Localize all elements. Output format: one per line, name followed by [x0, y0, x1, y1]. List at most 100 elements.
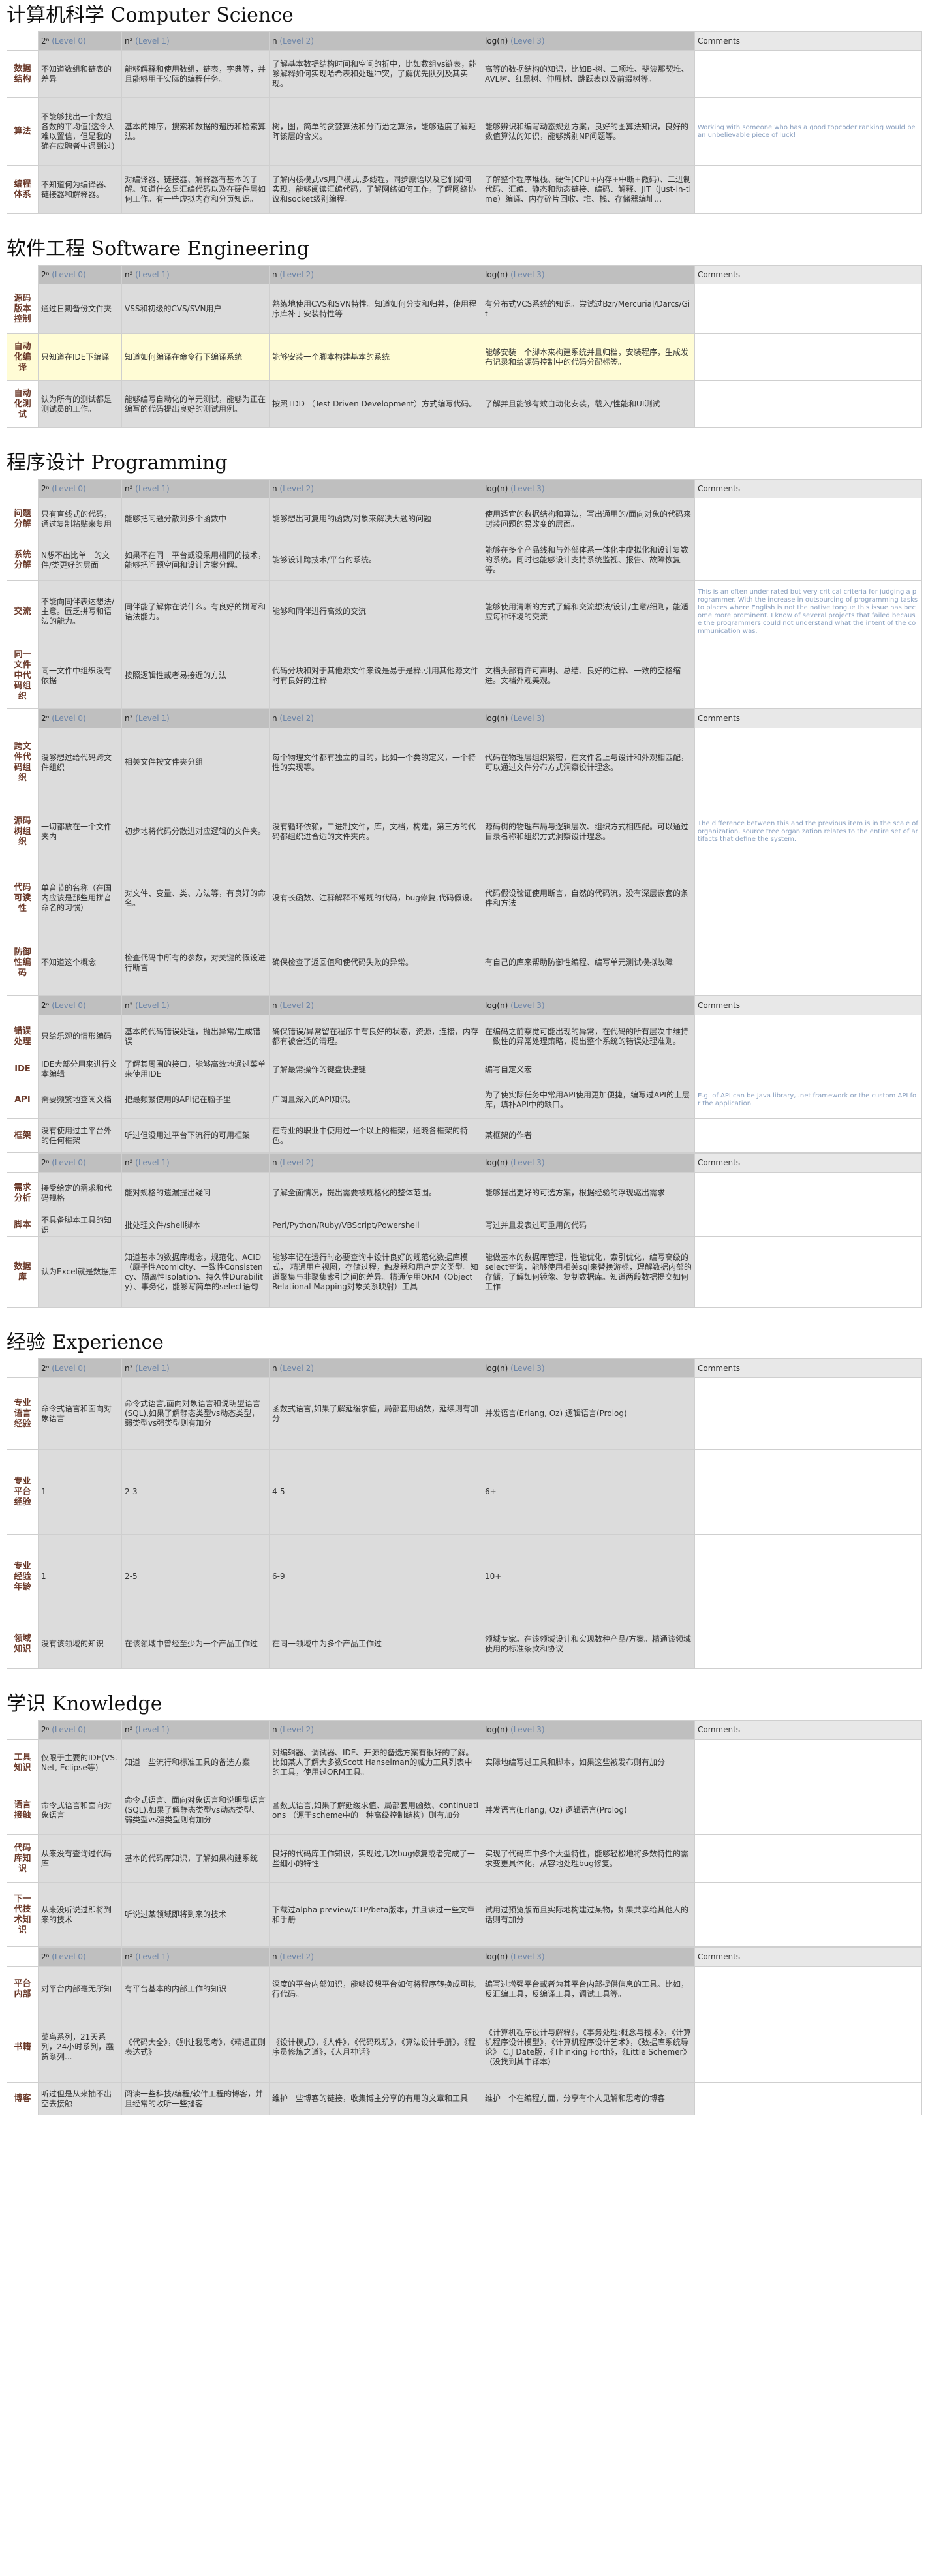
- header-level-label: (Level 0): [49, 483, 86, 493]
- header-level-symbol: n: [272, 1952, 277, 1961]
- row-category: 需求分析: [7, 1172, 39, 1214]
- level-3-cell: 能做基本的数据库管理，性能优化，索引优化，编写高级的select查询，能够使用相…: [482, 1236, 695, 1308]
- level-1-cell: 基本的排序，搜索和数据的遍历和检索算法。: [121, 97, 270, 166]
- row-category: 源码版本控制: [7, 284, 39, 334]
- level-0-cell: 不能向同伴表达想法/主意。匮乏拼写和语法的能力。: [38, 580, 122, 643]
- header-corner: [7, 996, 39, 1015]
- level-1-cell: 《代码大全》，《别让我思考》，《精通正则表达式》: [121, 2012, 270, 2083]
- level-0-cell: 不知道数组和链表的差异: [38, 50, 122, 98]
- level-3-cell: 为了使实际任务中常用API使用更加便捷，编写过API的上层库，填补API中的缺口…: [482, 1081, 695, 1119]
- header-level-symbol: 2ⁿ: [41, 1725, 50, 1734]
- level-2-cell: 在专业的职业中使用过一个以上的框架，通晓各框架的特色。: [269, 1118, 482, 1153]
- level-0-cell: 对平台内部毫无所知: [38, 1966, 122, 2012]
- row-category: 算法: [7, 97, 39, 166]
- comment-cell: [694, 1015, 922, 1058]
- skill-matrix-table: 2ⁿ (Level 0) n² (Level 1) n (Level 2) log(n…: [7, 1947, 922, 2115]
- table-row: IDE IDE大部分用来进行文本编辑 了解其周围的接口，能够高效地通过菜单来使用ID…: [7, 1058, 922, 1081]
- header-level-label: (Level 1): [132, 269, 170, 279]
- header-level-label: (Level 2): [277, 483, 314, 493]
- header-level-label: (Level 0): [49, 1363, 86, 1373]
- level-3-cell: 某框架的作者: [482, 1118, 695, 1153]
- level-2-cell: 函数式语言,如果了解延缓求值，局部套用函数，延续则有加分: [269, 1377, 482, 1450]
- header-level-symbol: n²: [125, 1952, 133, 1961]
- table-row: 问题分解 只有直线式的代码，通过复制粘贴来复用 能够把问题分散到多个函数中 能够想出可…: [7, 498, 922, 540]
- header-level-label: (Level 3): [508, 1363, 545, 1373]
- level-2-cell: 能够和同伴进行高效的交流: [269, 580, 482, 643]
- header-level-0: 2ⁿ (Level 0): [38, 996, 122, 1015]
- header-row: 2ⁿ (Level 0) n² (Level 1) n (Level 2) log(n…: [7, 1720, 922, 1740]
- header-level-1: n² (Level 1): [121, 1947, 270, 1967]
- level-3-cell: 代码假设验证使用断言，自然的代码流，没有深层嵌套的条件和方法: [482, 866, 695, 930]
- level-3-cell: 实际地编写过工具和脚本，如果这些被发布则有加分: [482, 1739, 695, 1786]
- table-row: 算法 不能够找出一个数组各数的平均值(这令人难以置信，但是我的确在应聘者中遇到过)…: [7, 97, 922, 166]
- comment-cell: [694, 1118, 922, 1153]
- level-1-cell: 知道基本的数据库概念，规范化、ACID（原子性Atomicity、一致性Cons…: [121, 1236, 270, 1308]
- header-level-label: (Level 1): [132, 1725, 170, 1734]
- row-category: 错误处理: [7, 1015, 39, 1058]
- row-category: 源码树组织: [7, 797, 39, 866]
- skill-matrix-table: 2ⁿ (Level 0) n² (Level 1) n (Level 2) log(n…: [7, 479, 922, 709]
- comment-cell: The difference between this and the prev…: [694, 797, 922, 866]
- header-level-3: log(n) (Level 3): [482, 709, 695, 728]
- level-1-cell: 知道如何编译在命令行下编译系统: [121, 333, 270, 381]
- header-level-label: (Level 1): [132, 1952, 170, 1961]
- header-level-0: 2ⁿ (Level 0): [38, 1947, 122, 1967]
- section-title-software-engineering: 软件工程 Software Engineering: [7, 238, 309, 260]
- row-category: 同一文件中代码组织: [7, 643, 39, 709]
- header-level-symbol: 2ⁿ: [41, 1000, 50, 1010]
- row-category: 问题分解: [7, 498, 39, 540]
- level-2-cell: 没有循环依赖，二进制文件，库，文档，构建，第三方的代码都组织进合适的文件夹内。: [269, 797, 482, 866]
- row-category: 书籍: [7, 2012, 39, 2083]
- header-level-symbol: n: [272, 1363, 277, 1373]
- row-category: 博客: [7, 2082, 39, 2115]
- header-corner: [7, 1947, 39, 1967]
- table-row: 数据库 认为Excel就是数据库 知道基本的数据库概念，规范化、ACID（原子性At…: [7, 1236, 922, 1308]
- comment-cell: [694, 2082, 922, 2115]
- header-comments: Comments: [694, 709, 922, 728]
- header-level-2: n (Level 2): [269, 996, 482, 1015]
- header-level-3: log(n) (Level 3): [482, 1947, 695, 1967]
- header-level-label: (Level 0): [49, 1000, 86, 1010]
- header-level-label: (Level 0): [49, 269, 86, 279]
- header-level-0: 2ⁿ (Level 0): [38, 479, 122, 498]
- level-2-cell: 没有长函数、注释解释不常规的代码，bug修复,代码假设。: [269, 866, 482, 930]
- row-category: 代码可读性: [7, 866, 39, 930]
- skill-matrix-table: 2ⁿ (Level 0) n² (Level 1) n (Level 2) log(n…: [7, 1358, 922, 1669]
- header-level-0: 2ⁿ (Level 0): [38, 709, 122, 728]
- level-2-cell: 下载过alpha preview/CTP/beta版本，并且读过一些文章和手册: [269, 1882, 482, 1947]
- header-level-1: n² (Level 1): [121, 479, 270, 498]
- header-level-symbol: 2ⁿ: [41, 483, 50, 493]
- level-3-cell: 编写过增强平台或者为其平台内部提供信息的工具。比如，反汇编工具，反编译工具，调试…: [482, 1966, 695, 2012]
- comment-cell: [694, 866, 922, 930]
- comment-cell: [694, 1619, 922, 1669]
- level-3-cell: 写过并且发表过可重用的代码: [482, 1214, 695, 1237]
- level-0-cell: 一切都放在一个文件夹内: [38, 797, 122, 866]
- header-level-symbol: log(n): [485, 1363, 508, 1373]
- comment-cell: [694, 165, 922, 214]
- level-0-cell: 1: [38, 1534, 122, 1619]
- skill-matrix-table: 2ⁿ (Level 0) n² (Level 1) n (Level 2) log(n…: [7, 1153, 922, 1308]
- comment-cell: [694, 380, 922, 428]
- header-level-label: (Level 0): [49, 36, 86, 46]
- table-row: 平台内部 对平台内部毫无所知 有平台基本的内部工作的知识 深度的平台内部知识，能够设想…: [7, 1966, 922, 2012]
- header-level-label: (Level 0): [49, 713, 86, 723]
- header-comments: Comments: [694, 479, 922, 498]
- row-category: 交流: [7, 580, 39, 643]
- skill-matrix-table: 2ⁿ (Level 0) n² (Level 1) n (Level 2) log(n…: [7, 996, 922, 1153]
- header-level-symbol: n: [272, 713, 277, 723]
- level-0-cell: 不知道这个概念: [38, 930, 122, 996]
- level-2-cell: 函数式语言,如果了解延缓求值、局部套用函数、continuations （源于s…: [269, 1786, 482, 1835]
- level-1-cell: 听说过某领域即将到来的技术: [121, 1882, 270, 1947]
- level-1-cell: 能对规格的遗漏提出疑问: [121, 1172, 270, 1214]
- level-0-cell: 只给乐观的情形编码: [38, 1015, 122, 1058]
- header-level-2: n (Level 2): [269, 1358, 482, 1378]
- header-level-symbol: n: [272, 269, 277, 279]
- level-0-cell: 命令式语言和面向对象语言: [38, 1377, 122, 1450]
- header-level-symbol: n: [272, 1158, 277, 1167]
- table-row: 交流 不能向同伴表达想法/主意。匮乏拼写和语法的能力。 同伴能了解你在说什么。有良好…: [7, 580, 922, 643]
- level-3-cell: 维护一个在编程方面，分享有个人见解和思考的博客: [482, 2082, 695, 2115]
- level-1-cell: 检查代码中所有的参数，对关键的假设进行断言: [121, 930, 270, 996]
- level-0-cell: 认为所有的测试都是测试员的工作。: [38, 380, 122, 428]
- level-0-cell: 不知道何为编译器、链接器和解释器。: [38, 165, 122, 214]
- level-2-cell: 了解最常操作的键盘快捷键: [269, 1058, 482, 1081]
